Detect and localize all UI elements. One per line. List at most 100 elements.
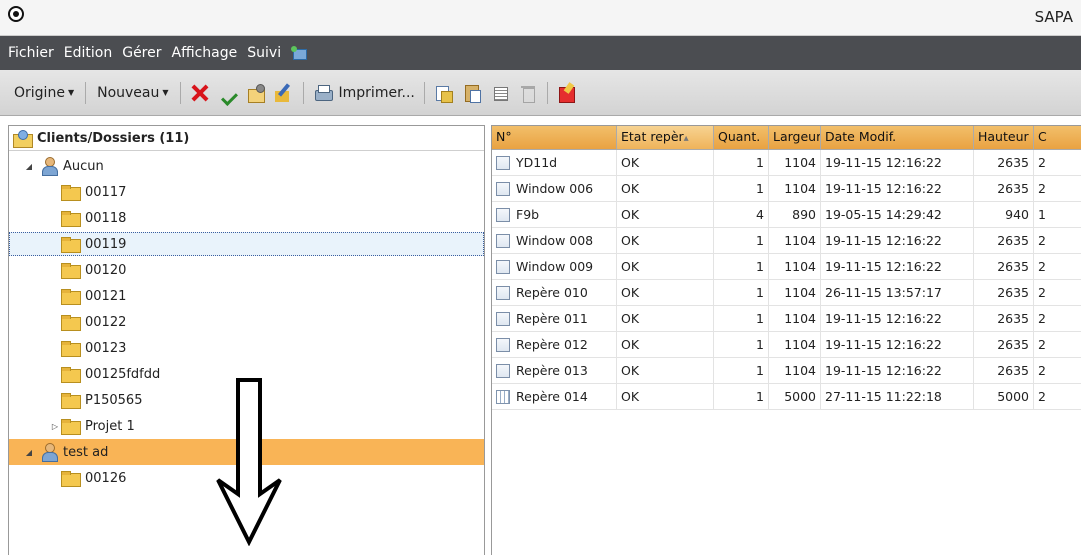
col-hauteur-header[interactable]: Hauteur (974, 126, 1034, 150)
table-row[interactable]: Repère 013 OK 1 1104 19-11-15 12:16:22 2635 2 (492, 358, 1081, 384)
folder-icon (61, 419, 81, 435)
toolbar-separator (546, 81, 548, 104)
col-numero-cell: YD11d (492, 150, 617, 176)
col-largeur-cell: 890 (769, 202, 821, 228)
column-header-label: Hauteur (978, 129, 1029, 144)
folder-icon (61, 315, 81, 331)
tree-node-label: 00118 (85, 210, 127, 226)
item-name: Repère 012 (516, 337, 588, 352)
trash-icon[interactable] (518, 83, 538, 103)
tree-node-label: 00126 (85, 470, 127, 486)
tree-user-node[interactable]: ◢ Aucun (9, 153, 484, 179)
tree-folder-node[interactable]: 00120 (9, 257, 484, 283)
delete-icon[interactable] (190, 83, 210, 103)
item-icon (496, 260, 510, 274)
col-hauteur-cell: 2635 (974, 176, 1034, 202)
grid-body: YD11d OK 1 1104 19-11-15 12:16:22 2635 2 Window… (492, 150, 1081, 410)
table-row[interactable]: Repère 010 OK 1 1104 26-11-15 13:57:17 2635 2 (492, 280, 1081, 306)
tree-folder-node[interactable]: 00117 (9, 179, 484, 205)
table-row[interactable]: Window 006 OK 1 1104 19-11-15 12:16:22 2635 2 (492, 176, 1081, 202)
col-etat-header[interactable]: Etat repèr▴ (617, 126, 714, 150)
table-row[interactable]: Repère 014 OK 1 5000 27-11-15 11:22:18 5000 2 (492, 384, 1081, 410)
client-tree-panel: Clients/Dossiers (11) ◢ Aucun 00117 00118 00… (8, 125, 485, 555)
paste-icon[interactable] (462, 83, 482, 103)
col-numero-cell: Window 009 (492, 254, 617, 280)
col-c-cell: 2 (1034, 228, 1081, 254)
app-logo-icon[interactable] (8, 6, 24, 22)
table-row[interactable]: YD11d OK 1 1104 19-11-15 12:16:22 2635 2 (492, 150, 1081, 176)
col-quant-header[interactable]: Quant. (714, 126, 769, 150)
item-icon (496, 182, 510, 196)
expand-icon[interactable]: ▷ (49, 422, 61, 431)
col-largeur-cell: 1104 (769, 150, 821, 176)
table-row[interactable]: Window 009 OK 1 1104 19-11-15 12:16:22 2635 2 (492, 254, 1081, 280)
network-icon[interactable] (291, 46, 309, 60)
col-c-header[interactable]: C (1034, 126, 1081, 150)
item-icon (496, 234, 510, 248)
col-numero-cell: Repère 013 (492, 358, 617, 384)
col-date-cell: 19-11-15 12:16:22 (821, 306, 974, 332)
down-arrow-annotation (216, 378, 282, 546)
spellcheck-icon[interactable] (218, 83, 238, 103)
menu-gerer[interactable]: Gérer (120, 45, 163, 61)
col-quant-cell: 1 (714, 358, 769, 384)
tree-folder-node[interactable]: 00118 (9, 205, 484, 231)
imprimer-label: Imprimer... (338, 84, 415, 101)
user-icon (41, 443, 58, 462)
user-icon (41, 157, 58, 176)
col-date-header[interactable]: Date Modif. (821, 126, 974, 150)
item-name: Window 009 (516, 259, 594, 274)
item-name: Repère 013 (516, 363, 588, 378)
col-largeur-cell: 1104 (769, 176, 821, 202)
copy-icon[interactable] (434, 83, 454, 103)
table-row[interactable]: Repère 012 OK 1 1104 19-11-15 12:16:22 2635 2 (492, 332, 1081, 358)
tree-folder-node[interactable]: 00121 (9, 283, 484, 309)
table-row[interactable]: F9b OK 4 890 19-05-15 14:29:42 940 1 (492, 202, 1081, 228)
col-etat-cell: OK (617, 306, 714, 332)
collapse-icon[interactable]: ◢ (23, 448, 35, 457)
col-largeur-header[interactable]: Largeur (769, 126, 821, 150)
col-largeur-cell: 1104 (769, 332, 821, 358)
menu-fichier[interactable]: Fichier (6, 45, 56, 61)
col-c-cell: 2 (1034, 176, 1081, 202)
list-icon[interactable] (490, 83, 510, 103)
col-quant-cell: 1 (714, 384, 769, 410)
col-c-cell: 2 (1034, 384, 1081, 410)
item-name: Repère 011 (516, 311, 588, 326)
table-row[interactable]: Window 008 OK 1 1104 19-11-15 12:16:22 2635 2 (492, 228, 1081, 254)
column-header-label: Quant. (718, 129, 761, 144)
tree-folder-node[interactable]: 00119 (9, 231, 484, 257)
menu-suivi[interactable]: Suivi (245, 45, 283, 61)
chevron-down-icon: ▼ (67, 88, 75, 97)
edit-icon[interactable] (274, 83, 294, 103)
collapse-icon[interactable]: ◢ (23, 162, 35, 171)
menu-edition[interactable]: Edition (62, 45, 114, 61)
col-quant-cell: 1 (714, 306, 769, 332)
col-numero-cell: Window 008 (492, 228, 617, 254)
table-row[interactable]: Repère 011 OK 1 1104 19-11-15 12:16:22 2635 2 (492, 306, 1081, 332)
tree-folder-node[interactable]: 00123 (9, 335, 484, 361)
folder-icon (61, 263, 81, 279)
tree-header[interactable]: Clients/Dossiers (11) (9, 126, 484, 151)
column-header-label: Date Modif. (825, 129, 897, 144)
col-quant-cell: 1 (714, 280, 769, 306)
col-date-cell: 19-11-15 12:16:22 (821, 228, 974, 254)
col-etat-cell: OK (617, 332, 714, 358)
nouveau-label: Nouveau (97, 84, 160, 101)
col-etat-cell: OK (617, 384, 714, 410)
export-icon[interactable] (557, 83, 577, 103)
col-numero-cell: F9b (492, 202, 617, 228)
imprimer-button[interactable]: Imprimer... (309, 83, 419, 103)
col-numero-header[interactable]: N° (492, 126, 617, 150)
tree-folder-node[interactable]: 00122 (9, 309, 484, 335)
tree-node-label: 00122 (85, 314, 127, 330)
properties-icon[interactable] (246, 83, 266, 103)
nouveau-dropdown[interactable]: Nouveau ▼ (91, 85, 174, 101)
col-largeur-cell: 1104 (769, 254, 821, 280)
col-hauteur-cell: 940 (974, 202, 1034, 228)
origine-dropdown[interactable]: Origine ▼ (8, 85, 80, 101)
item-name: F9b (516, 207, 540, 222)
col-numero-cell: Repère 012 (492, 332, 617, 358)
folder-icon (61, 289, 81, 305)
menu-affichage[interactable]: Affichage (170, 45, 240, 61)
